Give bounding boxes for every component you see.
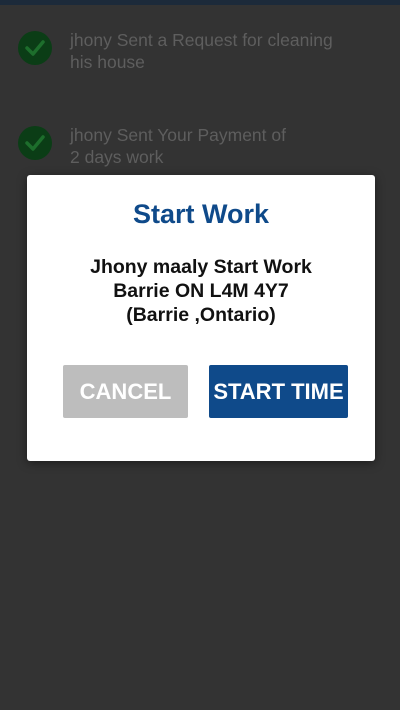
start-work-dialog: Start Work Jhony maaly Start Work Barrie… [27,175,375,461]
dialog-message-line2: Barrie ON L4M 4Y7 [113,280,289,302]
dialog-message-line1: Jhony maaly Start Work [90,256,312,278]
cancel-button[interactable]: CANCEL [63,365,188,418]
dialog-message-line3: (Barrie ,Ontario) [126,304,276,326]
dialog-message: Jhony maaly Start Work Barrie ON L4M 4Y7… [27,255,375,327]
start-time-button[interactable]: START TIME [209,365,348,418]
dialog-title: Start Work [132,199,270,229]
